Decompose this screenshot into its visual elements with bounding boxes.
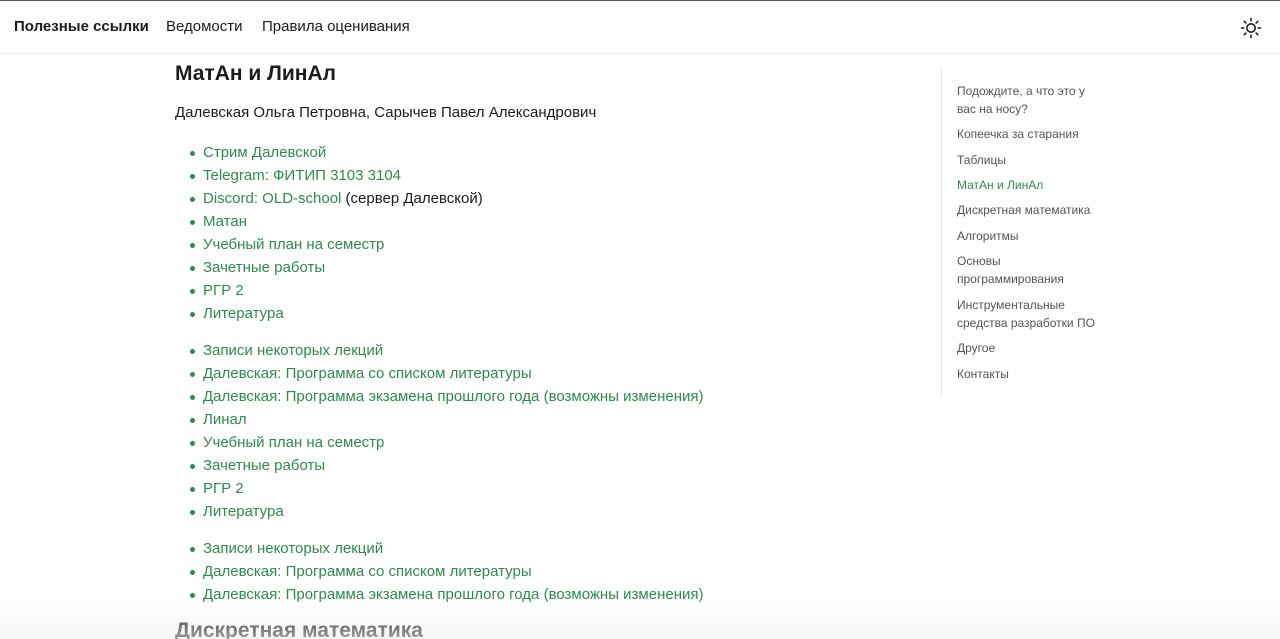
nav-link-grading-rules[interactable]: Правила оценивания [262,18,410,35]
link-exam-program[interactable]: Далевская: Программа экзамена прошлого г… [203,388,704,405]
table-of-contents: Подождите, а что это у вас на носу? Копе… [941,68,1111,396]
toc-item-discrete-math[interactable]: Дискретная математика [957,201,1107,219]
link-tests[interactable]: Зачетные работы [203,259,325,276]
link-study-plan[interactable]: Учебный план на семестр [203,236,384,253]
list-item: Стрим Далевской [175,141,483,164]
list-item: Учебный план на семестр [175,431,704,454]
link-linal[interactable]: Линал [203,411,247,428]
section-title: МатАн и ЛинАл [175,62,336,85]
theme-toggle-button[interactable] [1240,17,1262,39]
link-rgr2[interactable]: РГР 2 [203,282,244,299]
toc-item-nose[interactable]: Подождите, а что это у вас на носу? [957,82,1107,118]
link-list-linal: Записи некоторых лекций Далевская: Прогр… [175,339,704,523]
toc-item-programming-basics[interactable]: Основы программирования [957,252,1107,288]
link-exam-program[interactable]: Далевская: Программа экзамена прошлого г… [203,586,704,603]
link-rgr2[interactable]: РГР 2 [203,480,244,497]
list-item: Discord: OLD-school (сервер Далевской) [175,187,483,210]
toc-item-tables[interactable]: Таблицы [957,151,1107,169]
list-item: РГР 2 [175,279,483,302]
list-item: Матан [175,210,483,233]
list-item: Линал [175,408,704,431]
list-item: Зачетные работы [175,256,483,279]
nav-link-vedomosti[interactable]: Ведомости [166,18,243,35]
list-item: Далевская: Программа со списком литерату… [175,362,704,385]
sun-icon [1240,17,1262,39]
link-discord[interactable]: Discord: OLD-school [203,190,341,207]
link-literature[interactable]: Литература [203,503,284,520]
link-program-literature[interactable]: Далевская: Программа со списком литерату… [203,365,532,382]
link-tests[interactable]: Зачетные работы [203,457,325,474]
toc-item-other[interactable]: Другое [957,339,1107,357]
list-item: Учебный план на семестр [175,233,483,256]
toc-item-kopeechka[interactable]: Копеечка за старания [957,125,1107,143]
link-list-matan: Стрим Далевской Telegram: ФИТИП 3103 310… [175,141,483,325]
nav-brand-link[interactable]: Полезные ссылки [14,18,149,35]
link-program-literature[interactable]: Далевская: Программа со списком литерату… [203,563,532,580]
list-item: Записи некоторых лекций [175,537,704,560]
link-lecture-records[interactable]: Записи некоторых лекций [203,342,383,359]
list-item: Далевская: Программа экзамена прошлого г… [175,583,704,606]
link-list-linal-extra: Записи некоторых лекций Далевская: Прогр… [175,537,704,606]
list-item: Telegram: ФИТИП 3103 3104 [175,164,483,187]
list-item: РГР 2 [175,477,704,500]
list-item: Далевская: Программа со списком литерату… [175,560,704,583]
list-item: Зачетные работы [175,454,704,477]
link-literature[interactable]: Литература [203,305,284,322]
section-authors: Далевская Ольга Петровна, Сарычев Павел … [175,104,597,121]
top-navbar: Полезные ссылки Ведомости Правила оценив… [0,0,1280,54]
link-lecture-records[interactable]: Записи некоторых лекций [203,540,383,557]
link-note: (сервер Далевской) [341,190,483,207]
list-item: Далевская: Программа экзамена прошлого г… [175,385,704,408]
list-item: Записи некоторых лекций [175,339,704,362]
link-study-plan[interactable]: Учебный план на семестр [203,434,384,451]
link-stream-dalevskaya[interactable]: Стрим Далевской [203,144,326,161]
link-matan[interactable]: Матан [203,213,247,230]
toc-item-contacts[interactable]: Контакты [957,365,1107,383]
link-telegram[interactable]: Telegram: ФИТИП 3103 3104 [203,167,401,184]
toc-item-algorithms[interactable]: Алгоритмы [957,227,1107,245]
toc-item-dev-tools[interactable]: Инструментальные средства разработки ПО [957,296,1107,332]
list-item: Литература [175,302,483,325]
next-section-title: Дискретная математика [175,619,423,639]
toc-item-matan-linal[interactable]: МатАн и ЛинАл [957,176,1107,194]
list-item: Литература [175,500,704,523]
